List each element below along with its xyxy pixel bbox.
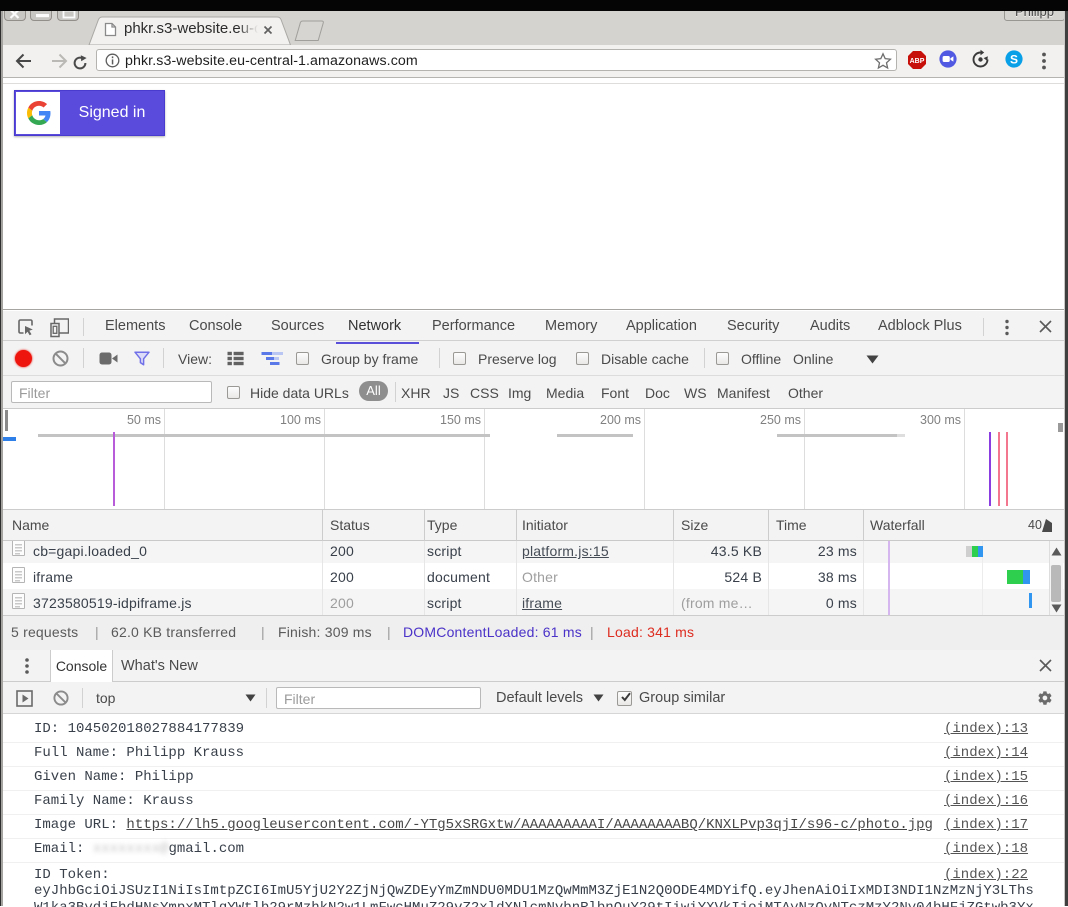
svg-text:ABP: ABP <box>910 58 925 65</box>
svg-text:S: S <box>1010 52 1018 66</box>
